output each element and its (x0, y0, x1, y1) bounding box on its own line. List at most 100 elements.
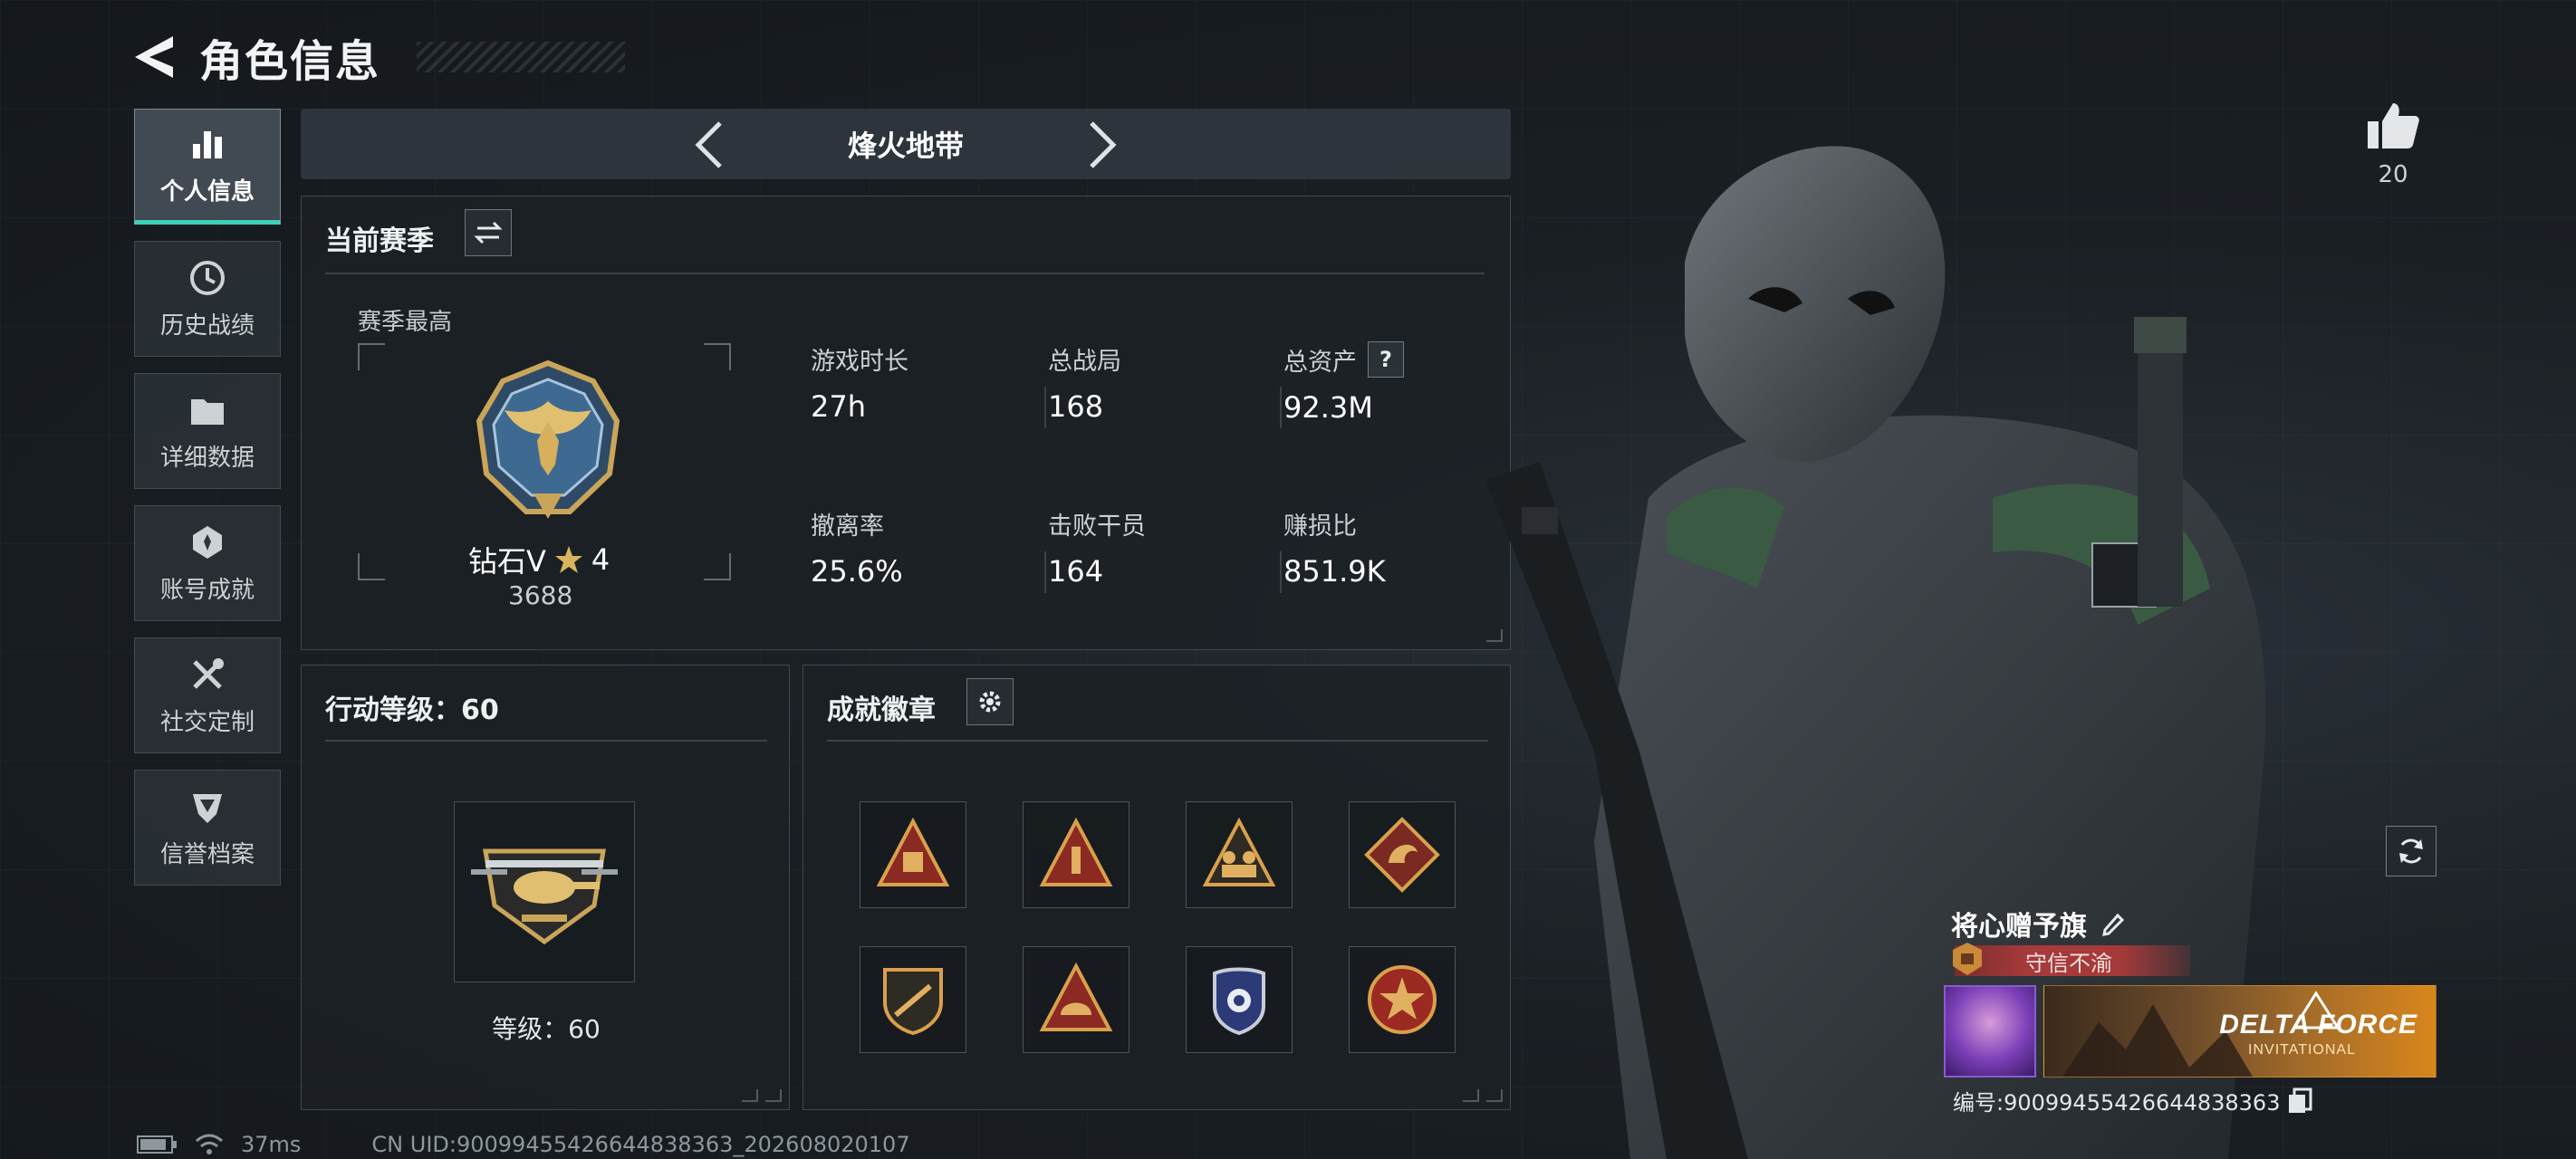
badge-3[interactable] (1186, 801, 1293, 908)
stat-operators-defeated: 击败干员 164 (1048, 506, 1146, 589)
help-icon[interactable]: ? (1368, 341, 1404, 378)
battery-icon (137, 1135, 177, 1154)
badge-police-shield-icon (1213, 967, 1265, 1036)
rank-emblem-icon (457, 358, 639, 533)
stat-value: 168 (1048, 389, 1104, 424)
edit-icon[interactable] (2100, 910, 2127, 937)
stat-value: 164 (1048, 554, 1104, 589)
reputation-icon (193, 793, 222, 823)
status-bar: 37ms CN UID:9009945542664483836​3_202608… (136, 1132, 910, 1157)
profile-banner[interactable]: DELTA FORCE INVITATIONAL (2043, 985, 2437, 1078)
refresh-icon (2399, 838, 2423, 864)
sidebar-item-achievements[interactable]: 账号成就 (134, 505, 281, 621)
badges-divider (827, 740, 1488, 742)
action-level-panel: 行动等级：60 等级：60 (301, 665, 790, 1110)
title-decoration (417, 42, 626, 72)
honor-badge-icon (1953, 943, 1982, 975)
sidebar-item-history[interactable]: 历史战绩 (134, 241, 281, 357)
sidebar-item-reputation[interactable]: 信誉档案 (134, 770, 281, 886)
rank-name-text: 钻石V (468, 544, 546, 579)
card-id: 编号:9009945542664483836​3 (1953, 1085, 2312, 1116)
action-level-title: 行动等级：60 (325, 694, 499, 726)
wifi-icon (196, 1134, 223, 1154)
sidebar-item-personal-info[interactable]: 个人信息 (134, 109, 281, 225)
badge-6[interactable] (1023, 946, 1129, 1053)
mode-prev-button[interactable] (681, 118, 735, 172)
badge-settings-button[interactable] (966, 678, 1014, 725)
level-text: 等级：60 (492, 1014, 601, 1044)
sidebar-item-label: 账号成就 (159, 576, 255, 604)
level-emblem-frame (454, 801, 635, 982)
folder-icon (191, 398, 224, 425)
sidebar: 个人信息 历史战绩 详细数据 账号成就 社交定制 信誉档案 (134, 109, 281, 886)
chevron-left-icon (695, 121, 722, 168)
stat-label: 总战局 (1048, 348, 1121, 376)
badge-triangle-one-icon (1039, 817, 1113, 886)
page-title: 角色信息 (199, 36, 381, 87)
badge-triangle-helmet-icon (1039, 962, 1113, 1031)
badge-1[interactable] (860, 801, 966, 908)
back-button[interactable] (132, 33, 176, 81)
bar-chart-icon (193, 130, 222, 158)
like-count: 20 (2378, 161, 2408, 188)
card-name: 将心赠予旗 (1951, 904, 2127, 943)
banner-title: DELTA FORCE (2219, 1010, 2417, 1039)
stat-value: 27h (811, 389, 866, 424)
badge-2[interactable] (1023, 801, 1129, 908)
stat-profit-loss-ratio: 赚损比 851.9K (1283, 506, 1386, 589)
card-name-text: 将心赠予旗 (1951, 911, 2087, 943)
rank-name: 钻石V 4 (468, 539, 610, 580)
mode-selector: 烽火地带 (301, 109, 1511, 179)
stat-value: 851.9K (1283, 554, 1386, 589)
level-divider (325, 740, 767, 742)
season-divider (325, 273, 1485, 274)
header: 角色信息 (132, 25, 626, 89)
rank-stars: 4 (591, 542, 610, 577)
honor-title-bar: 守信不渝 (1953, 943, 2190, 976)
ping-value: 37ms (241, 1132, 302, 1157)
stat-label: 撤离率 (811, 512, 884, 541)
sidebar-item-label: 社交定制 (159, 708, 255, 736)
badge-grid (860, 801, 1456, 1053)
history-icon (190, 260, 225, 295)
sidebar-item-label: 个人信息 (159, 177, 255, 206)
sidebar-item-label: 详细数据 (159, 444, 255, 472)
badge-star-medal-icon (1368, 965, 1437, 1034)
badge-triangle-soldiers-icon (1202, 817, 1276, 886)
badge-shield-rifle-icon (883, 968, 943, 1036)
season-panel: 当前赛季 赛季最高 钻石V 4 3688 游戏时长 27h 总战局 168 总资… (301, 196, 1511, 650)
badges-title: 成就徽章 (827, 694, 936, 726)
badge-4[interactable] (1349, 801, 1456, 908)
sidebar-item-label: 信誉档案 (159, 840, 255, 868)
copy-icon[interactable] (2287, 1087, 2312, 1115)
achievement-icon (193, 525, 222, 559)
stat-total-assets: 总资产 ? 92.3M (1283, 341, 1404, 425)
refresh-button[interactable] (2386, 826, 2437, 876)
stat-label: 游戏时长 (811, 348, 908, 376)
badge-5[interactable] (860, 946, 966, 1053)
player-avatar[interactable] (1944, 985, 2036, 1078)
honor-title-text: 守信不渝 (2025, 950, 2112, 976)
uid-text: CN UID:9009945542664483836​3_20260802010… (371, 1132, 910, 1157)
sidebar-item-detail-data[interactable]: 详细数据 (134, 373, 281, 489)
stat-total-matches: 总战局 168 (1048, 341, 1121, 424)
stat-play-time: 游戏时长 27h (811, 341, 908, 424)
badge-8[interactable] (1349, 946, 1456, 1053)
banner-subtitle: INVITATIONAL (2248, 1042, 2356, 1058)
chevron-right-icon (1090, 121, 1117, 168)
stat-extraction-rate: 撤离率 25.6% (811, 506, 903, 589)
sidebar-item-label: 历史战绩 (159, 311, 255, 340)
tools-icon (193, 657, 224, 689)
badge-7[interactable] (1186, 946, 1293, 1053)
sidebar-item-social[interactable]: 社交定制 (134, 637, 281, 753)
stat-label: 击败干员 (1048, 512, 1146, 541)
stat-label: 赚损比 (1283, 512, 1357, 541)
like-button[interactable]: 20 (2359, 100, 2427, 188)
stat-value: 25.6% (811, 554, 903, 589)
mode-next-button[interactable] (1076, 118, 1130, 172)
swap-icon (474, 221, 503, 244)
rank-score: 3688 (508, 580, 573, 610)
season-peak-label: 赛季最高 (358, 309, 453, 336)
badge-triangle-box-icon (876, 817, 950, 886)
season-switch-button[interactable] (465, 209, 512, 256)
